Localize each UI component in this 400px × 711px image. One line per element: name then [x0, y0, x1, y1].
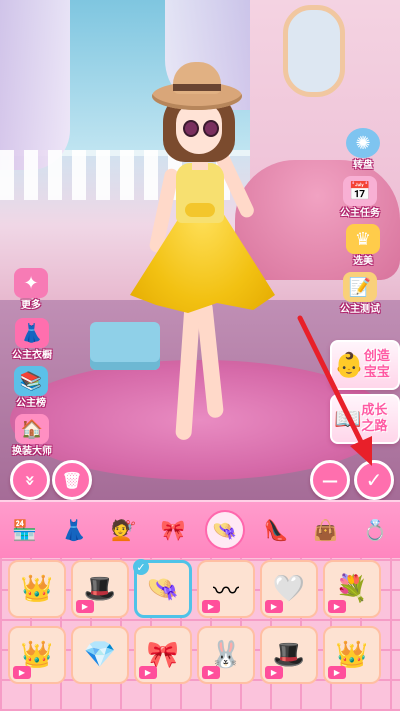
wardrobe-item[interactable]: 👑 [8, 560, 66, 618]
wardrobe-item[interactable]: 🎀 ▶ [134, 626, 192, 684]
banner-line: 之路 [361, 419, 388, 434]
hat-icon: 👒 [212, 518, 238, 542]
baby-icon: 👶 [334, 351, 364, 379]
wardrobe-item[interactable]: 〰 ▶ [197, 560, 255, 618]
princess-wardrobe-label: 公主衣橱 [12, 350, 52, 361]
video-ad-icon: ▶ [265, 600, 283, 613]
trash-button[interactable]: 🗑 [52, 460, 92, 500]
video-ad-icon: ▶ [265, 666, 283, 679]
wardrobe-item[interactable]: 👑 ▶ [323, 626, 381, 684]
wardrobe-item[interactable]: 🤍 ▶ [260, 560, 318, 618]
wheel-label: 转盘 [353, 160, 373, 171]
shoes-icon: 👠 [263, 518, 289, 542]
video-ad-icon: ▶ [202, 600, 220, 613]
ranking-book-icon: 📚 [14, 366, 48, 396]
video-ad-icon: ▶ [328, 666, 346, 679]
growth-road-banner[interactable]: 📖 成长 之路 [330, 394, 400, 444]
gift-box [90, 322, 160, 370]
video-ad-icon: ▶ [139, 666, 157, 679]
dress-master-button[interactable]: 🏠 换装大师 [12, 414, 52, 457]
curtain [0, 0, 70, 170]
banner-line: 创造 [363, 349, 390, 364]
collapse-button[interactable]: » [10, 460, 50, 500]
test-icon: 📝 [343, 272, 377, 302]
waist-bow [185, 203, 215, 217]
princess-wardrobe-button[interactable]: 👗 公主衣橱 [12, 318, 52, 361]
wardrobe-item[interactable]: 🎩 ▶ [71, 560, 129, 618]
eye [203, 120, 219, 137]
hair-accessory-icon: 🎀 [160, 518, 186, 542]
princess-task-label: 公主任务 [340, 208, 380, 219]
dress-master-icon: 🏠 [15, 414, 49, 444]
wardrobe-icon: 👗 [15, 318, 49, 348]
tab-bag[interactable]: 👜 [308, 512, 344, 548]
princess-ranking-button[interactable]: 📚 公主榜 [14, 366, 48, 409]
dress-icon: 👗 [61, 518, 87, 542]
check-icon: ✓ [365, 468, 383, 492]
trash-icon: 🗑 [61, 470, 83, 490]
wheel-icon: ✺ [346, 128, 380, 158]
tab-hat[interactable]: 👒 [204, 510, 245, 550]
wardrobe-item[interactable]: 👑 ▶ [8, 626, 66, 684]
banner-line: 成长 [361, 403, 388, 418]
crown-icon: ♛ [346, 224, 380, 254]
tiara-icon: 👑 [20, 574, 54, 604]
item-grid: 👑 🎩 ▶ 👒 ✓ 〰 ▶ 🤍 ▶ 💐 ▶ 👑 ▶ 💎 🎀 ▶ 🐰 ▶ 🎩 ▶ 👑 ▶ [8, 559, 392, 684]
mirror [283, 5, 345, 97]
princess-ranking-label: 公主榜 [16, 398, 46, 409]
dress-master-label: 换装大师 [12, 446, 52, 457]
tab-hair[interactable]: 💇 [106, 512, 142, 548]
selected-check-icon: ✓ [133, 559, 149, 575]
more-icon: ✦ [14, 268, 48, 298]
hair-icon: 💇 [111, 518, 137, 542]
hat-band [173, 84, 221, 91]
tab-hair-accessory[interactable]: 🎀 [155, 512, 191, 548]
tab-dress[interactable]: 👗 [56, 512, 92, 548]
straw-hat-icon: 👒 [146, 574, 180, 604]
eye [183, 120, 199, 137]
category-tabs: 🏪 👗 💇 🎀 👒 👠 👜 💍 [0, 500, 400, 558]
beauty-contest-button[interactable]: ♛ 选美 [346, 224, 380, 267]
chevron-down-icon: » [19, 474, 41, 486]
wardrobe-item[interactable]: 🎩 ▶ [260, 626, 318, 684]
crystal-tiara-icon: 💎 [83, 640, 117, 670]
video-ad-icon: ▶ [202, 666, 220, 679]
task-icon: 📅 [343, 176, 377, 206]
video-ad-icon: ▶ [328, 600, 346, 613]
shop-icon: 🏪 [12, 518, 38, 542]
wardrobe-item[interactable]: 💎 [71, 626, 129, 684]
wheel-button[interactable]: ✺ 转盘 [346, 128, 380, 171]
more-label: 更多 [21, 300, 41, 311]
beauty-contest-label: 选美 [353, 256, 373, 267]
more-button[interactable]: ✦ 更多 [14, 268, 48, 311]
minus-icon: — [322, 470, 338, 490]
video-ad-icon: ▶ [76, 600, 94, 613]
wardrobe-item[interactable]: 👒 ✓ [133, 559, 192, 618]
wardrobe-item[interactable]: 🐰 ▶ [197, 626, 255, 684]
wardrobe-item[interactable]: 💐 ▶ [323, 560, 381, 618]
princess-test-label: 公主测试 [340, 304, 380, 315]
confirm-button[interactable]: ✓ [354, 460, 394, 500]
necklace-icon: 💍 [362, 518, 388, 542]
tab-shoes[interactable]: 👠 [258, 512, 294, 548]
bag-icon: 👜 [313, 518, 339, 542]
growth-book-icon: 📖 [334, 406, 362, 432]
princess-task-button[interactable]: 📅 公主任务 [340, 176, 380, 219]
create-baby-banner[interactable]: 👶 创造 宝宝 [330, 340, 400, 390]
remove-button[interactable]: — [310, 460, 350, 500]
video-ad-icon: ▶ [13, 666, 31, 679]
tab-shop[interactable]: 🏪 [7, 512, 43, 548]
banner-line: 宝宝 [363, 365, 390, 380]
princess-test-button[interactable]: 📝 公主测试 [340, 272, 380, 315]
tab-necklace[interactable]: 💍 [357, 512, 393, 548]
